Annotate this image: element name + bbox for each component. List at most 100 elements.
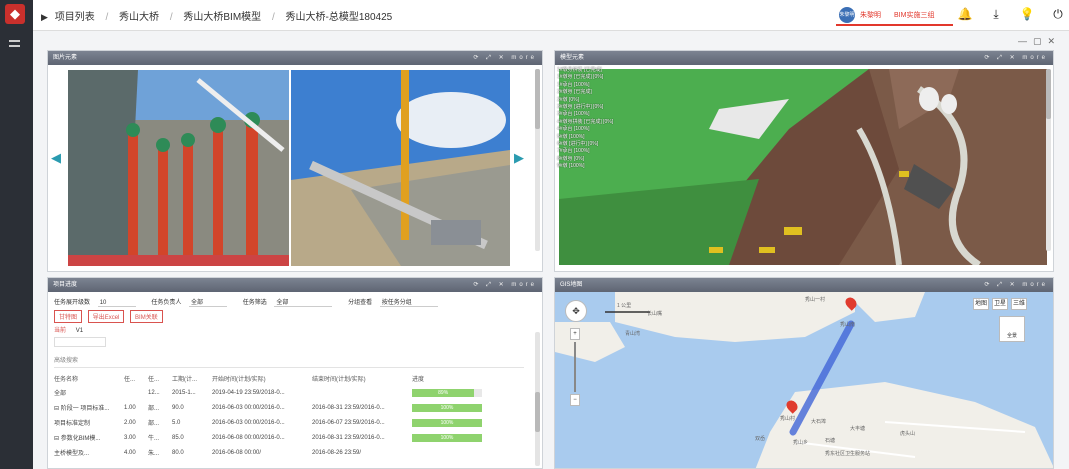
fullview-button[interactable]: 全景	[999, 316, 1025, 342]
cell-dur: 80.0	[172, 449, 184, 456]
progress-bar: 100%	[412, 433, 482, 442]
cell-name: ⊟ 阶段一 项目标准...	[54, 406, 110, 412]
col-task-owner[interactable]: 任...	[148, 371, 172, 385]
progress-fill: 100%	[412, 403, 482, 412]
cell-c1: 3.00	[124, 434, 136, 441]
expand-icon[interactable]: ▶	[41, 12, 48, 22]
cell-dur: 2015-1...	[172, 389, 196, 396]
filter-row: 任务展开级数 10 任务负责人 全部 任务筛选 全部 分组查看 按任务分组	[54, 297, 452, 307]
map-label: 大石埠	[811, 419, 827, 425]
task-table: 任务名称 任... 任... 工期(计... 开始时间(计划/实际) 结束时间(…	[54, 371, 492, 460]
col-start[interactable]: 开始时间(计划/实际)	[212, 371, 312, 385]
cell-c1	[124, 385, 148, 400]
construction-photo-1[interactable]	[68, 70, 289, 266]
table-row[interactable]: 主桥模型及... 4.00 朱... 80.0 2016-06-08 00:00/201…	[54, 445, 492, 460]
map-label: 秀东社区卫生服务站	[825, 451, 871, 457]
avatar[interactable]: 朱黎明	[839, 7, 855, 23]
progress-fill: 100%	[412, 433, 482, 442]
cell-start: 2016-06-03 00:00/2016-0...	[212, 404, 285, 411]
search-input[interactable]	[54, 337, 106, 347]
advanced-search[interactable]: 高级搜索	[54, 355, 78, 364]
download-icon[interactable]: ⤓	[988, 6, 1004, 22]
cell-progress: 100%	[412, 430, 492, 445]
table-row[interactable]: 全部 12... 2015-1... 2019-04-19 23:59/2018-0.…	[54, 385, 492, 400]
bim-viewport[interactable]: 1#墩身拼装 [已完成] 1#墩身 [已完成] [0%] 1#承台 [100%] 2#…	[555, 65, 1053, 271]
zoom-out-button[interactable]: −	[570, 394, 580, 406]
zoom-in-button[interactable]: +	[570, 328, 580, 340]
zoom-slider[interactable]	[574, 342, 576, 392]
table-row[interactable]: ⊟ 阶段一 项目标准... 1.00 部... 90.0 2016-06-03 00:0…	[54, 400, 492, 415]
group-select[interactable]: 按任务分组	[379, 297, 438, 307]
progress-bar: 100%	[412, 403, 482, 412]
bim-task-line: 3#承台 [100%]	[557, 111, 590, 118]
photo-scrollbar[interactable]	[535, 69, 540, 251]
bim-link-button[interactable]: BIM关联	[130, 310, 163, 323]
map-label: 石塘	[825, 438, 836, 444]
gis-panel-title: GIS地图	[560, 282, 583, 288]
window-controls[interactable]: —▢✕	[1018, 36, 1061, 47]
tab-v1[interactable]: V1	[76, 328, 83, 334]
progress-panel: 项目进度 ⟳ ⤢ ✕ more 任务展开级数 10 任务负责人 全部 任务筛选 …	[47, 277, 543, 469]
panel-tools[interactable]: ⟳ ⤢ ✕ more	[984, 51, 1048, 65]
user-team[interactable]: BIM实施三组	[894, 10, 934, 20]
table-row[interactable]: ⊟ 参数化BIM模... 3.00 牛... 85.0 2016-06-08 00:00…	[54, 430, 492, 445]
version-tabs: 当前 V1	[54, 325, 83, 334]
col-duration[interactable]: 工期(计...	[172, 371, 212, 385]
filter-label: 任务筛选	[242, 300, 267, 306]
owner-select[interactable]: 全部	[189, 297, 228, 307]
page-size-select[interactable]: 10	[97, 300, 136, 307]
cell-c1: 1.00	[124, 404, 136, 411]
progress-bar: 100%	[412, 418, 482, 427]
table-row[interactable]: 项目标准定制 2.00 部... 5.0 2016-06-03 00:00/2016-0…	[54, 415, 492, 430]
map-label: 秀山南	[840, 322, 856, 328]
breadcrumb-projects[interactable]: 项目列表	[55, 12, 95, 23]
panel-tools[interactable]: ⟳ ⤢ ✕ more	[473, 278, 537, 292]
breadcrumb-bim-model[interactable]: 秀山大桥BIM模型	[183, 12, 261, 23]
breadcrumb: ▶ 项目列表 / 秀山大桥 / 秀山大桥BIM模型 / 秀山大桥-总模型1804…	[41, 12, 393, 23]
lightbulb-icon[interactable]: 💡	[1019, 6, 1035, 22]
map-label: 青山湾	[625, 331, 641, 337]
notification-bell-icon[interactable]: 🔔	[957, 6, 973, 22]
cell-end: 2016-06-07 23:59/2016-0...	[312, 419, 385, 426]
panel-tools[interactable]: ⟳ ⤢ ✕ more	[984, 278, 1048, 292]
cell-progress: 100%	[412, 400, 492, 415]
breadcrumb-current: 秀山大桥-总模型180425	[285, 12, 393, 23]
filter-select[interactable]: 全部	[274, 297, 333, 307]
map-type-satellite[interactable]: 卫星	[992, 298, 1008, 310]
construction-photo-2[interactable]	[291, 70, 510, 266]
bim-model-view[interactable]	[559, 69, 1047, 265]
model-scrollbar[interactable]	[1046, 69, 1051, 251]
photo-body: ◀ ▶	[48, 65, 542, 271]
user-info[interactable]: 朱黎明 朱黎明 BIM实施三组	[836, 4, 953, 26]
export-excel-button[interactable]: 导出Excel	[87, 310, 125, 323]
map-type-map[interactable]: 地图	[973, 298, 989, 310]
prev-arrow-icon[interactable]: ◀	[51, 151, 63, 165]
col-task-name[interactable]: 任务名称	[54, 371, 124, 385]
col-end[interactable]: 结束时间(计划/实际)	[312, 371, 412, 385]
map-type-3d[interactable]: 三维	[1011, 298, 1027, 310]
col-task-id[interactable]: 任...	[124, 371, 148, 385]
power-icon[interactable]: ⏻	[1050, 6, 1066, 22]
panel-tools[interactable]: ⟳ ⤢ ✕ more	[473, 51, 537, 65]
progress-panel-title: 项目进度	[53, 282, 78, 288]
cell-start: 2019-04-19 23:59/2018-0...	[212, 389, 285, 396]
map-label: 大丰塘	[850, 426, 866, 432]
gis-map[interactable]: ✥ + − 1 公里 地图 卫星 三维 全景 秀山一村 秀山南 长山嘴 秀山乡 …	[555, 292, 1053, 468]
map-pan-control[interactable]: ✥	[565, 300, 587, 322]
tab-current[interactable]: 当前	[54, 328, 66, 334]
col-progress[interactable]: 进度	[412, 371, 492, 385]
owner-label: 任务负责人	[151, 300, 182, 306]
map-label: 秀山村	[780, 416, 796, 422]
breadcrumb-bridge[interactable]: 秀山大桥	[119, 12, 159, 23]
gantt-button[interactable]: 甘特图	[54, 310, 83, 323]
cell-end: 2016-08-31 23:59/2016-0...	[312, 434, 385, 441]
next-arrow-icon[interactable]: ▶	[514, 151, 526, 165]
bim-task-line: 4#承台 [100%]	[557, 126, 590, 133]
menu-icon[interactable]	[9, 40, 20, 47]
user-name[interactable]: 朱黎明	[860, 10, 881, 20]
model-panel: 模型元素 ⟳ ⤢ ✕ more 1#墩身拼装 [已完成] 1#墩身 [已完成] […	[554, 50, 1054, 272]
bim-task-line: 9#墩 [100%]	[557, 163, 585, 170]
progress-scrollbar[interactable]	[535, 332, 540, 466]
app-logo[interactable]: ◆	[5, 4, 25, 24]
cell-c2: 部...	[148, 421, 160, 427]
